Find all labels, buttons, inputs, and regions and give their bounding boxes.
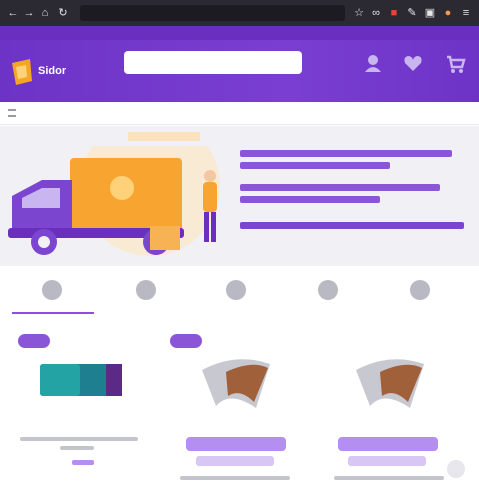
product-button-2[interactable]	[186, 437, 286, 451]
folder-icon[interactable]: ▣	[423, 6, 437, 20]
search-input[interactable]	[124, 51, 302, 74]
promo-bar-3	[240, 184, 440, 191]
site-logo[interactable]: Sidor	[8, 55, 86, 89]
product-title-bar-1	[20, 437, 138, 441]
feature-support[interactable]	[380, 280, 460, 306]
product-title-bar-3	[334, 476, 444, 480]
profile-icon[interactable]: ●	[441, 6, 455, 20]
feature-active-underline	[12, 312, 94, 314]
money-icon	[226, 280, 246, 300]
feature-delivery[interactable]	[12, 280, 92, 306]
add-to-cart-button-3[interactable]	[348, 456, 426, 466]
box-icon	[136, 280, 156, 300]
menu-icon[interactable]: ≡	[459, 6, 473, 20]
delivery-truck-illustration	[8, 146, 220, 256]
product-badge	[18, 334, 50, 348]
product-image-2[interactable]	[196, 350, 276, 416]
star-icon[interactable]: ☆	[352, 6, 366, 20]
home-icon[interactable]: ⌂	[38, 6, 52, 20]
feature-money[interactable]	[196, 280, 276, 306]
support-icon	[410, 280, 430, 300]
promo-bar-2	[240, 162, 390, 169]
add-to-cart-button-2[interactable]	[196, 456, 274, 466]
extensions-icon[interactable]: ∞	[369, 6, 383, 20]
feature-lock[interactable]	[288, 280, 368, 306]
reload-icon[interactable]: ↻	[56, 6, 70, 20]
url-bar[interactable]	[80, 5, 345, 21]
product-title-bar-2	[180, 476, 290, 480]
forward-icon[interactable]: →	[22, 6, 36, 20]
logo-text: Sidor	[38, 65, 67, 77]
product-price-1	[72, 460, 94, 465]
promo-bar-1	[240, 150, 452, 157]
back-icon[interactable]: ←	[6, 6, 20, 20]
promo-bar-4	[240, 196, 380, 203]
product-title-bar-1b	[60, 446, 94, 450]
feature-box[interactable]	[106, 280, 186, 306]
product-image-1[interactable]	[36, 362, 126, 400]
browser-toolbar: ← → ⌂ ↻ ☆ ∞ ■ ✎ ▣ ● ≡	[0, 0, 479, 26]
product-image-3[interactable]	[350, 350, 430, 416]
scroll-to-top-button[interactable]	[447, 460, 465, 478]
promo-banner[interactable]	[0, 126, 479, 266]
product-button-3[interactable]	[338, 437, 438, 451]
promo-bar-5	[240, 222, 464, 229]
delivery-icon	[42, 280, 62, 300]
banner-tag	[128, 132, 200, 141]
wishlist-icon[interactable]	[402, 52, 424, 74]
account-icon[interactable]	[362, 52, 384, 74]
top-info-strip	[0, 26, 479, 40]
shield-icon[interactable]: ■	[387, 6, 401, 20]
main-nav	[0, 102, 479, 125]
lock-icon	[318, 280, 338, 300]
product-badge	[170, 334, 202, 348]
hamburger-icon[interactable]	[8, 109, 16, 117]
tools-icon[interactable]: ✎	[405, 6, 419, 20]
cart-icon[interactable]	[444, 52, 466, 74]
